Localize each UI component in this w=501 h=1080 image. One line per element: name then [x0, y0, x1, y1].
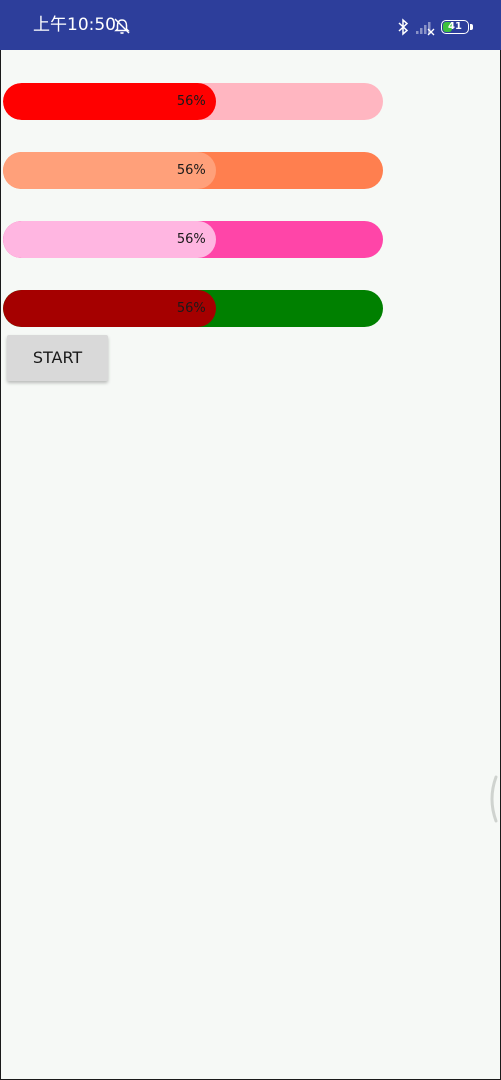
bluetooth-icon [398, 18, 409, 36]
progress-label: 56% [176, 163, 206, 178]
progress-list: 56% 56% 56% 56% [3, 83, 383, 359]
status-bar: 上午10:50 41 [0, 0, 501, 50]
progress-label: 56% [176, 301, 206, 316]
progress-bar-red: 56% [3, 83, 383, 120]
edge-swipe-handle[interactable] [486, 775, 498, 823]
progress-label: 56% [176, 94, 206, 109]
start-button[interactable]: START [7, 335, 108, 381]
progress-bar-orange: 56% [3, 152, 383, 189]
battery-tip [470, 24, 473, 30]
no-signal-icon [416, 22, 435, 36]
progress-bar-green: 56% [3, 290, 383, 327]
battery-icon: 41 [441, 20, 469, 34]
progress-bar-pink: 56% [3, 221, 383, 258]
battery-level: 41 [448, 21, 462, 32]
status-time: 上午10:50 [33, 15, 116, 35]
alarm-off-icon [114, 18, 130, 34]
progress-label: 56% [176, 232, 206, 247]
